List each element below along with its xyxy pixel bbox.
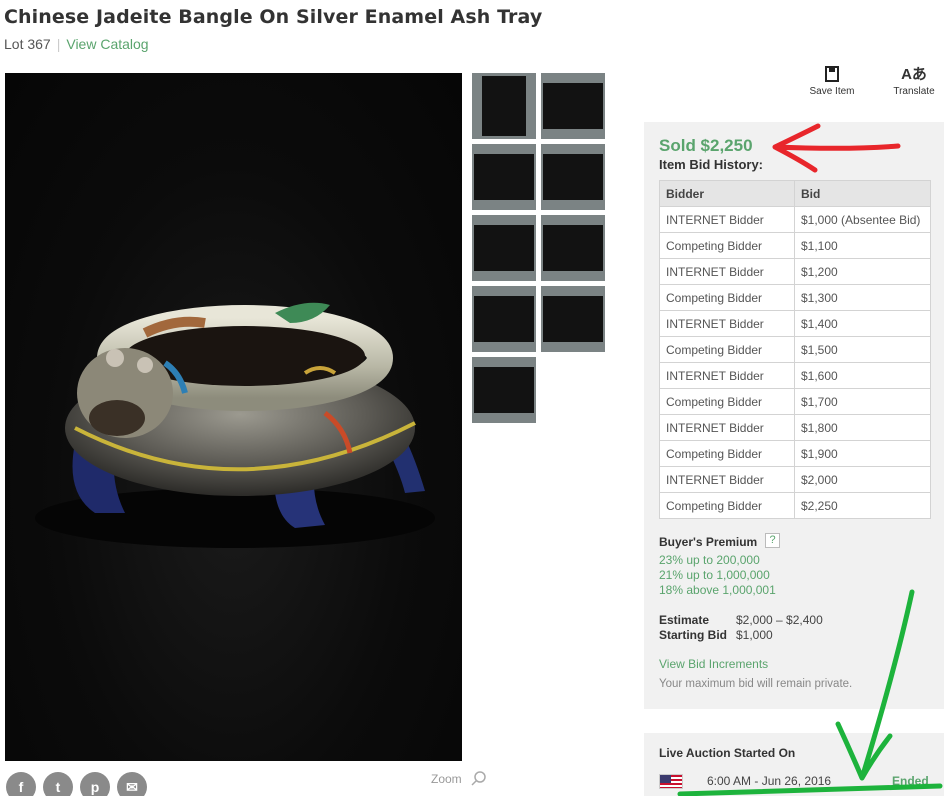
thumbnail-7[interactable] — [472, 286, 536, 352]
bid-cell: $2,250 — [794, 492, 931, 519]
thumbnail-5[interactable] — [472, 215, 536, 281]
save-item-button[interactable]: Save Item — [806, 66, 858, 97]
view-bid-increments-link[interactable]: View Bid Increments — [659, 657, 768, 671]
bid-cell: $1,000 (Absentee Bid) — [794, 206, 931, 233]
live-auction-panel: Live Auction Started On 6:00 AM - Jun 26… — [644, 733, 944, 796]
bidder-cell: Competing Bidder — [659, 492, 795, 519]
bid-cell: $1,900 — [794, 440, 931, 467]
view-catalog-link[interactable]: View Catalog — [66, 36, 148, 52]
table-row: Competing Bidder $1,700 — [659, 388, 931, 415]
table-row: INTERNET Bidder $1,800 — [659, 414, 931, 441]
bidder-cell: Competing Bidder — [659, 388, 795, 415]
lot-separator: | — [56, 36, 61, 52]
thumbnail-8[interactable] — [541, 286, 605, 352]
bookmark-icon — [825, 66, 839, 82]
live-auction-label: Live Auction Started On — [659, 746, 796, 760]
column-header-bid: Bid — [794, 180, 931, 207]
bidder-cell: Competing Bidder — [659, 232, 795, 259]
bidder-cell: INTERNET Bidder — [659, 466, 795, 493]
auction-start-time: 6:00 AM - Jun 26, 2016 — [707, 774, 832, 788]
table-row: INTERNET Bidder $1,400 — [659, 310, 931, 337]
bidder-cell: INTERNET Bidder — [659, 258, 795, 285]
translate-button[interactable]: Aあ Translate — [890, 66, 938, 97]
table-row: Competing Bidder $2,250 — [659, 492, 931, 519]
bidder-cell: INTERNET Bidder — [659, 206, 795, 233]
sold-price: Sold $2,250 — [659, 136, 753, 155]
thumbnail-4[interactable] — [541, 144, 605, 210]
table-row: Competing Bidder $1,500 — [659, 336, 931, 363]
estimate-value: $2,000 – $2,400 — [736, 613, 823, 627]
thumbnail-9[interactable] — [472, 357, 536, 423]
table-row: Competing Bidder $1,900 — [659, 440, 931, 467]
premium-tier-3: 18% above 1,000,001 — [659, 583, 776, 597]
table-row: Competing Bidder $1,300 — [659, 284, 931, 311]
table-row: INTERNET Bidder $1,200 — [659, 258, 931, 285]
buyers-premium-label: Buyer's Premium — [659, 535, 758, 549]
bidder-cell: Competing Bidder — [659, 440, 795, 467]
bid-cell: $1,200 — [794, 258, 931, 285]
bid-cell: $1,300 — [794, 284, 931, 311]
bid-cell: $1,700 — [794, 388, 931, 415]
translate-label: Translate — [893, 86, 935, 97]
premium-tier-1: 23% up to 200,000 — [659, 553, 760, 567]
bid-cell: $2,000 — [794, 466, 931, 493]
table-row: INTERNET Bidder $1,600 — [659, 362, 931, 389]
lot-line: Lot 367 | View Catalog — [4, 36, 149, 52]
page-title: Chinese Jadeite Bangle On Silver Enamel … — [4, 6, 543, 28]
thumbnail-2[interactable] — [541, 73, 605, 139]
bid-cell: $1,800 — [794, 414, 931, 441]
bid-history-table: Bidder Bid INTERNET Bidder $1,000 (Absent… — [659, 180, 931, 519]
bidder-cell: INTERNET Bidder — [659, 362, 795, 389]
buyers-premium-help-button[interactable]: ? — [765, 533, 780, 548]
starting-bid-value: $1,000 — [736, 628, 773, 642]
bidder-cell: INTERNET Bidder — [659, 414, 795, 441]
table-row: Competing Bidder $1,100 — [659, 232, 931, 259]
facebook-icon[interactable]: f — [6, 772, 36, 796]
thumbnail-3[interactable] — [472, 144, 536, 210]
bid-cell: $1,100 — [794, 232, 931, 259]
bidder-cell: Competing Bidder — [659, 336, 795, 363]
twitter-icon[interactable]: t — [43, 772, 73, 796]
email-icon[interactable]: ✉ — [117, 772, 147, 796]
zoom-label[interactable]: Zoom — [431, 772, 462, 786]
starting-bid-label: Starting Bid — [659, 628, 727, 642]
estimate-label: Estimate — [659, 613, 710, 627]
bid-panel: Sold $2,250 Item Bid History: Bidder Bid… — [644, 122, 944, 709]
table-row: INTERNET Bidder $1,000 (Absentee Bid) — [659, 206, 931, 233]
jade-bangle-ashtray-photo — [35, 302, 435, 548]
main-product-image[interactable] — [5, 73, 462, 761]
pinterest-icon[interactable]: p — [80, 772, 110, 796]
bid-cell: $1,400 — [794, 310, 931, 337]
column-header-bidder: Bidder — [659, 180, 795, 207]
bidder-cell: Competing Bidder — [659, 284, 795, 311]
bid-cell: $1,500 — [794, 336, 931, 363]
private-bid-note: Your maximum bid will remain private. — [659, 678, 853, 690]
bid-cell: $1,600 — [794, 362, 931, 389]
bidder-cell: INTERNET Bidder — [659, 310, 795, 337]
auction-status: Ended — [892, 774, 929, 788]
save-item-label: Save Item — [809, 86, 855, 97]
us-flag-icon — [659, 774, 683, 789]
magnifier-icon[interactable] — [470, 770, 488, 788]
thumbnail-1[interactable] — [472, 73, 536, 139]
bid-history-title: Item Bid History: — [659, 157, 764, 172]
thumbnail-6[interactable] — [541, 215, 605, 281]
table-header-row: Bidder Bid — [659, 180, 931, 207]
translate-icon: Aあ — [901, 66, 927, 83]
lot-number: Lot 367 — [4, 36, 51, 52]
table-row: INTERNET Bidder $2,000 — [659, 466, 931, 493]
premium-tier-2: 21% up to 1,000,000 — [659, 568, 770, 582]
